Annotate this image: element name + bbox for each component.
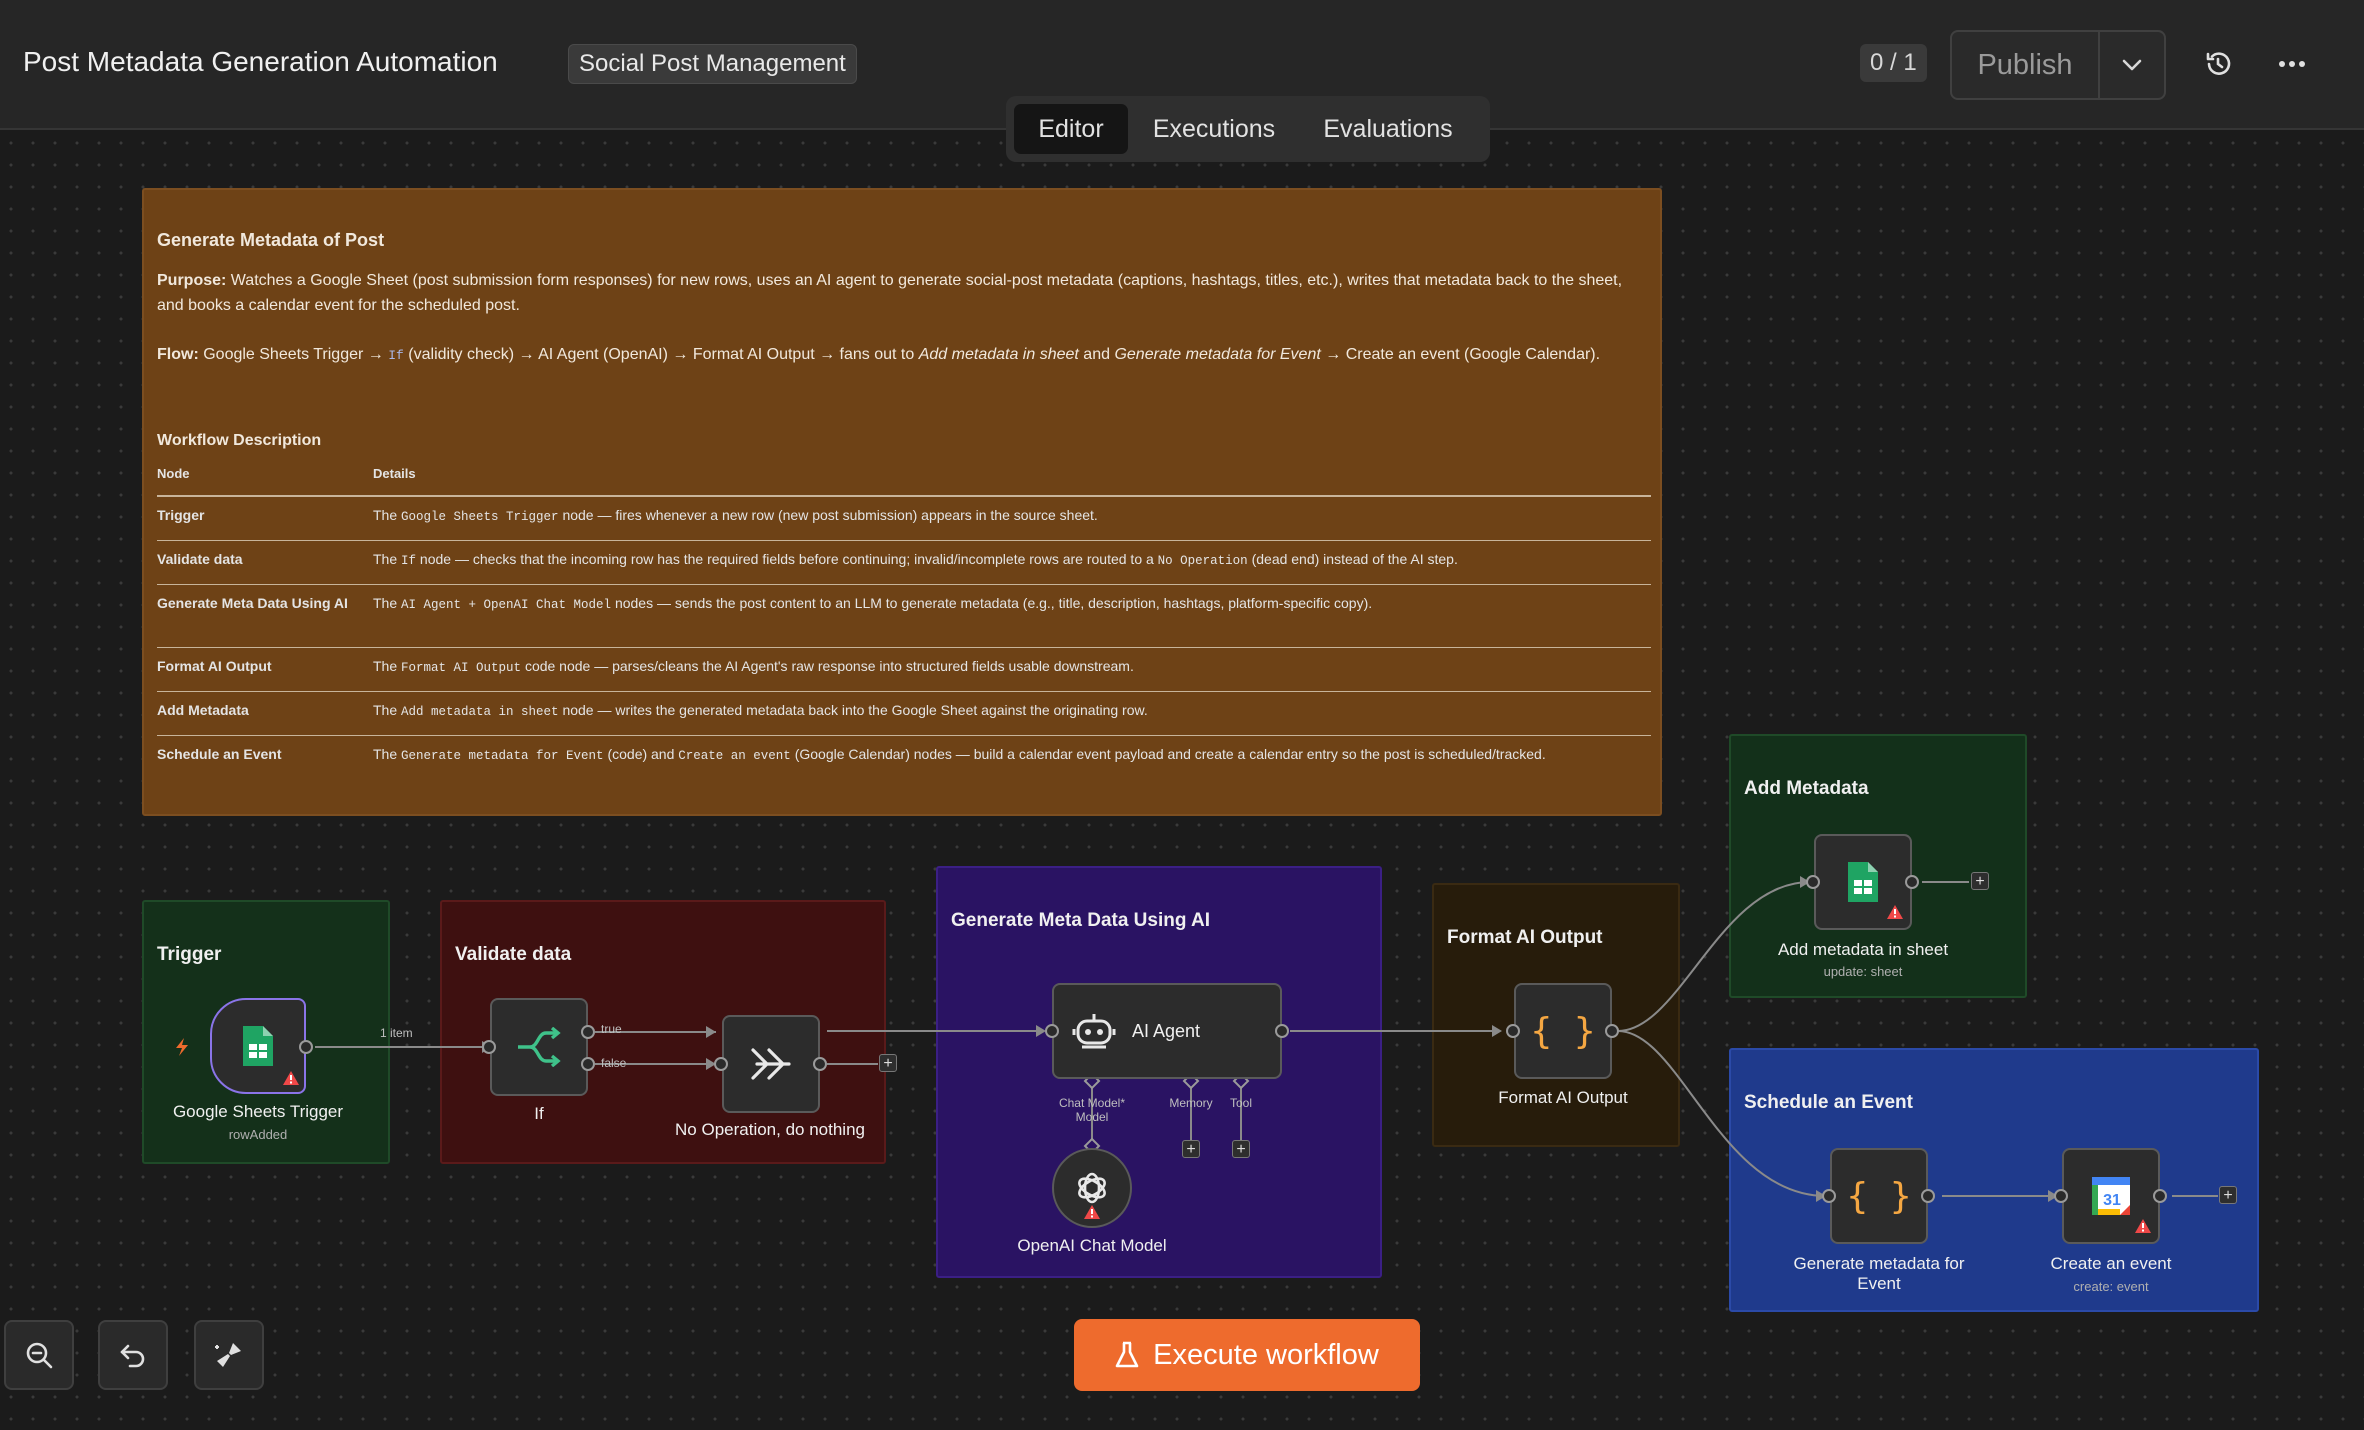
zoom-out-icon (26, 1342, 53, 1369)
add-memory-button[interactable]: + (1182, 1140, 1200, 1158)
code-braces-icon: { } (1846, 1175, 1912, 1217)
if-node[interactable] (490, 998, 588, 1096)
node-subtitle: rowAdded (228, 1127, 288, 1142)
execute-label: Execute workflow (1153, 1338, 1379, 1371)
ai-agent-node[interactable]: AI Agent (1052, 983, 1282, 1079)
node-label: Add metadata in sheet (1777, 940, 1949, 959)
node-label: Create an event (2050, 1254, 2172, 1273)
openai-icon (1078, 1172, 1106, 1204)
no-operation-node[interactable] (722, 1015, 820, 1113)
output-handle-true[interactable] (581, 1025, 595, 1039)
node-label: If (534, 1104, 544, 1123)
input-handle[interactable] (1506, 1024, 1520, 1038)
add-tool-button[interactable]: + (1232, 1140, 1250, 1158)
svg-text:31: 31 (2103, 1192, 2121, 1209)
node-label: No Operation, do nothing (675, 1120, 865, 1139)
input-handle[interactable] (2054, 1189, 2068, 1203)
undo-button[interactable] (98, 1320, 168, 1390)
robot-icon (1072, 1014, 1116, 1049)
edge-item-count: 1 item (380, 1026, 413, 1040)
input-handle[interactable] (1045, 1024, 1059, 1038)
execute-workflow-button[interactable]: Execute workflow (1074, 1319, 1420, 1391)
add-node-button[interactable]: + (2219, 1186, 2237, 1204)
input-handle[interactable] (482, 1040, 496, 1054)
format-ai-output-node[interactable]: { } (1514, 983, 1612, 1079)
output-handle[interactable] (1605, 1024, 1619, 1038)
edge-label-true: true (601, 1022, 622, 1036)
add-node-button[interactable]: + (1971, 872, 1989, 890)
node-subtitle: update: sheet (1823, 964, 1903, 979)
node-label: Google Sheets Trigger (172, 1102, 344, 1121)
add-node-button[interactable]: + (879, 1054, 897, 1072)
node-label: Format AI Output (1498, 1088, 1628, 1107)
warning-icon (1887, 905, 1903, 919)
flask-icon (1115, 1341, 1139, 1368)
warning-icon (283, 1071, 299, 1085)
output-handle[interactable] (1921, 1189, 1935, 1203)
warning-icon (1084, 1205, 1100, 1219)
lightning-icon (176, 1038, 188, 1056)
edge-label-false: false (601, 1056, 627, 1070)
output-handle[interactable] (813, 1057, 827, 1071)
google-calendar-icon: 31 (2092, 1177, 2130, 1215)
node-label: AI Agent (1132, 1020, 1201, 1041)
warning-icon (2135, 1219, 2151, 1233)
branch-icon (518, 1027, 561, 1067)
output-handle[interactable] (2153, 1189, 2167, 1203)
input-handle[interactable] (1822, 1189, 1836, 1203)
output-handle[interactable] (1275, 1024, 1289, 1038)
node-subtitle: create: event (2073, 1279, 2149, 1294)
connector-label-tool: Tool (1229, 1096, 1252, 1110)
output-handle-false[interactable] (581, 1057, 595, 1071)
brush-icon (215, 1343, 241, 1367)
input-handle[interactable] (714, 1057, 728, 1071)
connector-label-memory: Memory (1169, 1096, 1213, 1110)
output-handle[interactable] (299, 1040, 313, 1054)
undo-icon (120, 1344, 145, 1368)
input-handle[interactable] (1806, 875, 1820, 889)
code-braces-icon: { } (1530, 1010, 1596, 1052)
google-sheets-icon (243, 1026, 273, 1066)
tidy-up-button[interactable] (194, 1320, 264, 1390)
arrow-right-icon (751, 1048, 791, 1080)
connections-layer (315, 876, 2218, 1202)
zoom-out-button[interactable] (4, 1320, 74, 1390)
output-handle[interactable] (1905, 875, 1919, 889)
node-label: OpenAI Chat Model (1017, 1236, 1167, 1255)
google-sheets-icon (1848, 862, 1878, 902)
connector-label-chat-model: Chat Model* Model (1058, 1096, 1126, 1124)
generate-metadata-event-node[interactable]: { } (1830, 1148, 1928, 1244)
node-label: Generate metadata for Event (1793, 1254, 1965, 1293)
